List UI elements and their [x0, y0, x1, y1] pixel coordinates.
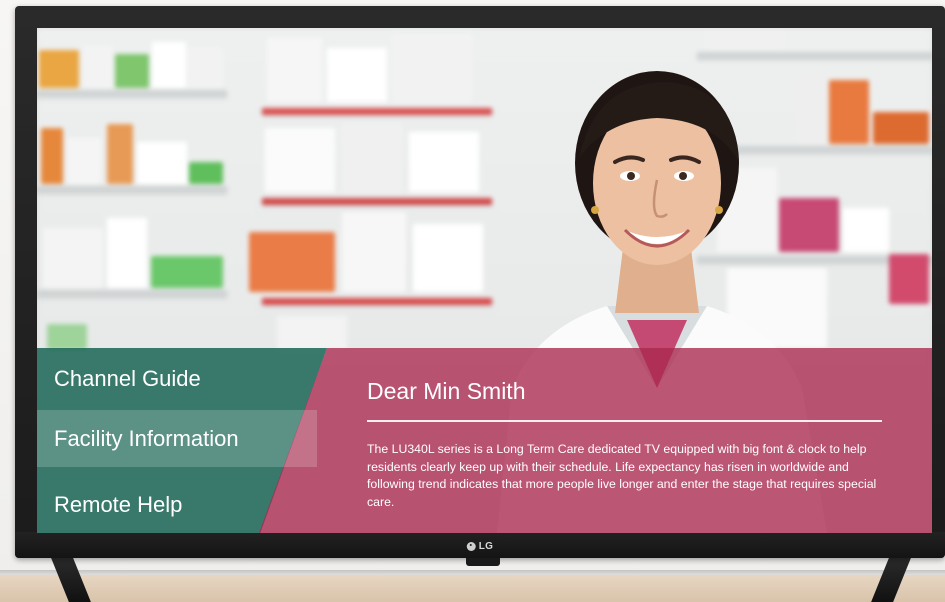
message-divider: [367, 420, 882, 422]
lg-logo: LG: [466, 541, 494, 552]
tv-stand-neck: [466, 558, 500, 566]
menu-item-facility-information[interactable]: Facility Information: [37, 410, 317, 467]
tv-bottom-bezel: LG: [15, 532, 945, 558]
tv-screen: Channel Guide Facility Information Remot…: [37, 28, 932, 533]
lg-logo-icon: [466, 542, 476, 551]
product-photo: LG Channel Guide Facility Information Re…: [0, 0, 945, 602]
overlay-band: Channel Guide Facility Information Remot…: [37, 348, 932, 533]
message-body: The LU340L series is a Long Term Care de…: [367, 442, 877, 509]
lg-logo-text: LG: [478, 541, 494, 552]
menu-item-label: Facility Information: [54, 425, 239, 451]
table-top: [0, 575, 945, 602]
menu-item-remote-help[interactable]: Remote Help: [37, 476, 317, 533]
menu-item-label: Remote Help: [54, 491, 183, 517]
menu-item-label: Channel Guide: [54, 365, 201, 391]
menu-item-channel-guide[interactable]: Channel Guide: [37, 350, 317, 407]
message-title: Dear Min Smith: [367, 378, 526, 404]
